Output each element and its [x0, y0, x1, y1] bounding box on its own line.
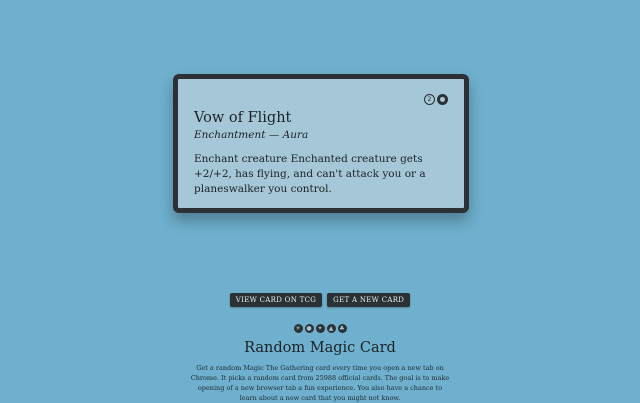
magic-card: 2 ● Vow of Flight Enchantment — Aura Enc…	[173, 74, 469, 213]
blue-mana-icon: ●	[304, 324, 314, 333]
card-name: Vow of Flight	[194, 110, 292, 126]
generic-mana-2-icon: 2	[424, 94, 435, 105]
white-mana-icon: ☀	[293, 324, 303, 333]
black-mana-icon: ✦	[315, 324, 325, 333]
app-description: Get a random Magic The Gathering card ev…	[190, 364, 450, 402]
red-mana-icon: ▲	[326, 324, 336, 333]
blue-mana-icon: ●	[437, 94, 448, 105]
get-new-card-button[interactable]: GET A NEW CARD	[327, 293, 411, 307]
card-type-line: Enchantment — Aura	[194, 129, 309, 141]
mana-cost: 2 ●	[424, 94, 448, 105]
color-symbols: ☀ ● ✦ ▲ ♣	[0, 324, 640, 333]
card-rules-text: Enchant creature Enchanted creature gets…	[194, 153, 426, 195]
view-card-on-tcg-button[interactable]: VIEW CARD ON TCG	[229, 293, 323, 307]
action-buttons: VIEW CARD ON TCG GET A NEW CARD	[0, 293, 640, 307]
green-mana-icon: ♣	[337, 324, 347, 333]
app-title: Random Magic Card	[244, 340, 396, 356]
